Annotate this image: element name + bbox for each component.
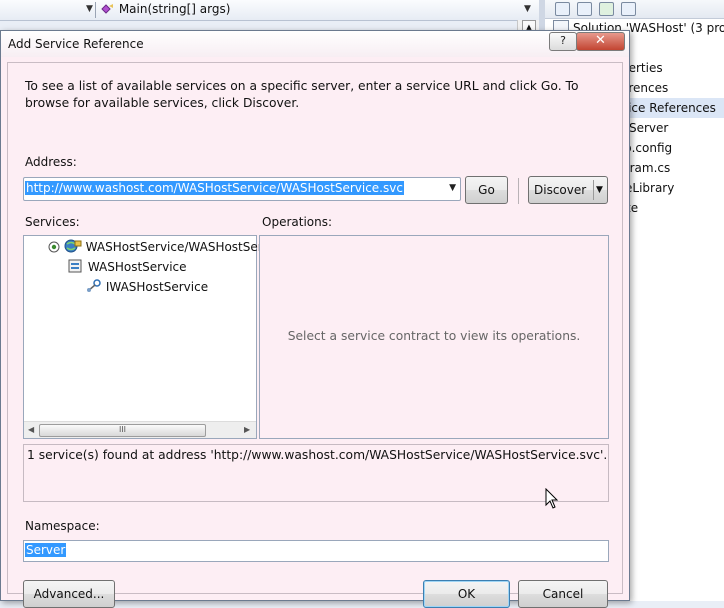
address-value: http://www.washost.com/WASHostService/WA…: [25, 181, 404, 195]
web-service-icon: [64, 239, 82, 253]
service-icon: [68, 259, 82, 273]
method-combo-arrow-icon[interactable]: ▼: [524, 4, 531, 14]
close-button[interactable]: ✕: [576, 32, 625, 51]
close-icon: ✕: [595, 33, 606, 48]
help-button[interactable]: ?: [549, 32, 577, 51]
view-class-diagram-icon[interactable]: [621, 2, 636, 16]
cancel-button[interactable]: Cancel: [518, 580, 608, 608]
discover-dropdown-arrow-icon[interactable]: ▼: [596, 177, 603, 203]
tree-item-service-references[interactable]: vice References: [621, 98, 724, 118]
tree-item-server[interactable]: Server: [629, 118, 668, 138]
type-combo-arrow-icon[interactable]: ▼: [86, 4, 93, 14]
collapse-toggle-icon[interactable]: [48, 241, 60, 253]
contract-label: IWASHostService: [105, 280, 209, 294]
scroll-right-arrow-icon[interactable]: ▶: [244, 425, 250, 434]
tree-item-app-config[interactable]: p.config: [624, 138, 672, 158]
toolbar-separator: [518, 178, 519, 204]
advanced-button[interactable]: Advanced...: [23, 580, 115, 608]
help-icon: ?: [560, 34, 566, 47]
method-icon: [101, 4, 113, 14]
namespace-label: Namespace:: [25, 519, 100, 533]
add-service-reference-dialog: Add Service Reference ? ✕ To see a list …: [0, 30, 630, 608]
scrollbar-thumb[interactable]: III: [39, 424, 206, 437]
discover-button[interactable]: Discover ▼: [528, 176, 608, 204]
tree-item-service[interactable]: WASHostService: [68, 258, 187, 276]
discover-split-divider: [593, 180, 594, 200]
address-combobox[interactable]: http://www.washost.com/WASHostService/WA…: [23, 177, 461, 201]
show-all-files-icon[interactable]: [577, 2, 592, 16]
go-button[interactable]: Go: [465, 176, 508, 204]
method-combo-label: Main(string[] args): [118, 2, 231, 16]
dialog-title: Add Service Reference: [8, 37, 144, 51]
ok-button[interactable]: OK: [423, 580, 510, 608]
status-text: 1 service(s) found at address 'http://ww…: [27, 448, 608, 462]
services-tree[interactable]: WASHostService/WASHostSer WASHostService…: [23, 235, 263, 439]
namespace-value: Server: [25, 543, 67, 557]
services-horizontal-scrollbar[interactable]: ◀ III ▶: [24, 421, 256, 438]
service-label: WASHostService: [87, 260, 187, 274]
namespace-input[interactable]: Server: [23, 540, 609, 562]
interface-icon: [87, 279, 101, 292]
properties-icon[interactable]: [555, 2, 570, 16]
tree-item-contract[interactable]: IWASHostService: [86, 278, 208, 296]
address-label: Address:: [25, 155, 77, 169]
tree-item-library[interactable]: eLibrary: [625, 178, 674, 198]
solution-explorer-toolbar: [545, 0, 724, 19]
dialog-titlebar[interactable]: Add Service Reference ? ✕: [1, 31, 629, 57]
mouse-pointer-icon: [545, 488, 559, 509]
method-combo[interactable]: Main(string[] args): [101, 2, 230, 16]
dialog-content: To see a list of available services on a…: [7, 62, 623, 608]
combo-separator: [95, 2, 96, 18]
service-root-label: WASHostService/WASHostSer: [85, 240, 263, 254]
refresh-icon[interactable]: [599, 2, 614, 16]
tree-item-service-root[interactable]: WASHostService/WASHostSer: [48, 238, 263, 256]
code-navigation-bar: ▼ Main(string[] args) ▼: [0, 0, 540, 21]
services-label: Services:: [25, 215, 80, 229]
operations-label: Operations:: [262, 215, 333, 229]
address-dropdown-arrow-icon[interactable]: ▼: [449, 183, 456, 193]
status-box: 1 service(s) found at address 'http://ww…: [23, 444, 609, 502]
operations-placeholder-text: Select a service contract to view its op…: [287, 329, 581, 343]
discover-button-label: Discover: [534, 183, 587, 197]
scroll-left-arrow-icon[interactable]: ◀: [28, 425, 34, 434]
instructions-text: To see a list of available services on a…: [25, 79, 579, 110]
operations-list[interactable]: Select a service contract to view its op…: [259, 235, 609, 439]
